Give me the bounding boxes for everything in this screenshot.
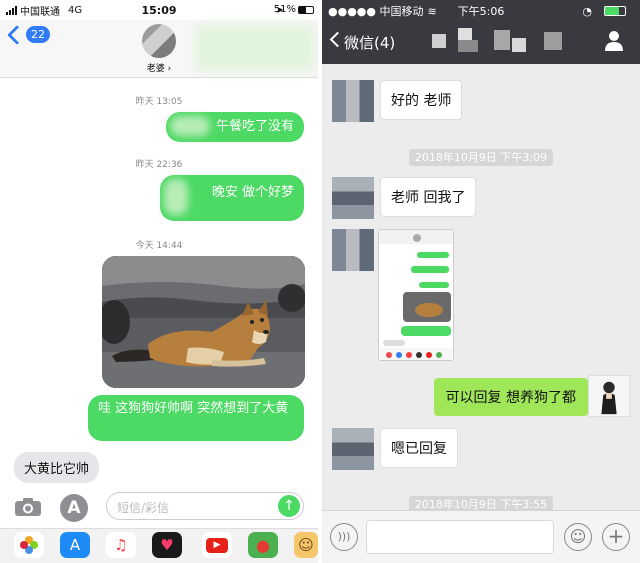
chat-title[interactable]: 微信(4) — [344, 32, 395, 53]
emoji-icon[interactable]: ☺ — [564, 523, 592, 551]
status-bar: 中国联通 4G 15:09 ➤ 51% — [0, 0, 318, 20]
camera-icon[interactable] — [14, 497, 42, 517]
received-message: 大黄比它帅 — [14, 452, 100, 483]
avatar[interactable] — [332, 177, 374, 219]
plus-icon[interactable]: + — [602, 523, 630, 551]
sent-message: 晚安 做个好梦 — [160, 175, 304, 221]
appstore-icon[interactable]: A — [60, 532, 90, 558]
photos-icon[interactable] — [14, 532, 44, 558]
sent-message-text: 午餐吃了没有 — [215, 119, 294, 134]
sent-message: 午餐吃了没有 — [166, 112, 304, 142]
blurred-region — [170, 116, 210, 136]
maps-icon[interactable]: ● — [248, 532, 278, 558]
received-message: 好的 老师 — [380, 80, 463, 120]
back-unread-badge[interactable]: 22 — [26, 26, 50, 43]
sent-message-text: 哇 这狗狗好帅啊 突然想到了大黄 — [98, 401, 289, 416]
video-icon[interactable]: ▶ — [202, 532, 232, 558]
back-chevron-icon[interactable] — [7, 25, 27, 45]
voice-icon[interactable]: ))) — [330, 523, 358, 551]
sticker-icon[interactable]: ☺ — [294, 532, 318, 558]
avatar[interactable] — [332, 428, 374, 470]
timestamp: 昨天 13:05 — [135, 97, 183, 107]
contact-avatar[interactable] — [142, 24, 176, 58]
back-chevron-icon[interactable] — [329, 31, 346, 48]
sent-message-text: 晚安 做个好梦 — [211, 185, 294, 200]
avatar[interactable] — [332, 80, 374, 122]
blurred-region — [196, 26, 314, 70]
battery-icon — [298, 6, 314, 14]
wechat-header: ●●●●● 中国移动 ≋ 下午5:06 ◔ 微信(4) — [322, 0, 640, 64]
avatar[interactable] — [332, 229, 374, 271]
dog-image — [102, 256, 305, 388]
status-time: 15:09 — [141, 3, 177, 17]
conversation-header: 22 老婆 › — [0, 20, 318, 78]
battery-percent: 51% — [273, 4, 296, 15]
music-icon[interactable]: ♫ — [106, 532, 136, 558]
appstore-icon[interactable]: A — [60, 494, 88, 522]
screenshot-thumbnail[interactable] — [378, 229, 454, 361]
sent-message: 哇 这狗狗好帅啊 突然想到了大黄 — [88, 395, 304, 441]
imessage-panel: 中国联通 4G 15:09 ➤ 51% 22 老婆 › 昨天 13:05 午餐吃… — [0, 0, 318, 563]
received-message: 嗯已回复 — [380, 428, 458, 468]
wechat-panel: ●●●●● 中国移动 ≋ 下午5:06 ◔ 微信(4) 好的 老师 2018年1… — [322, 0, 640, 563]
message-input[interactable] — [366, 520, 554, 554]
sent-message: 可以回复 想养狗了都 — [433, 378, 588, 416]
blurred-region — [432, 28, 582, 52]
avatar[interactable] — [588, 375, 630, 417]
timestamp: 昨天 22:36 — [135, 160, 183, 170]
person-icon[interactable] — [604, 30, 624, 52]
heart-app-icon[interactable]: ♥ — [152, 532, 182, 558]
message-input[interactable]: 短信/彩信 — [106, 492, 304, 520]
send-arrow-icon[interactable]: ↑ — [278, 495, 300, 517]
lock-rotation-icon: ◔ — [582, 4, 592, 18]
status-bar: ●●●●● 中国移动 ≋ 下午5:06 ◔ — [328, 2, 634, 20]
screenshot-image — [379, 230, 453, 360]
dog-photo[interactable] — [102, 256, 305, 388]
timestamp: 2018年10月9日 下午3:09 — [322, 146, 640, 166]
battery-icon — [604, 6, 626, 16]
timestamp: 今天 14:44 — [135, 241, 183, 251]
timestamp-label: 2018年10月9日 下午3:09 — [408, 149, 554, 166]
received-message: 老师 回我了 — [380, 177, 477, 217]
